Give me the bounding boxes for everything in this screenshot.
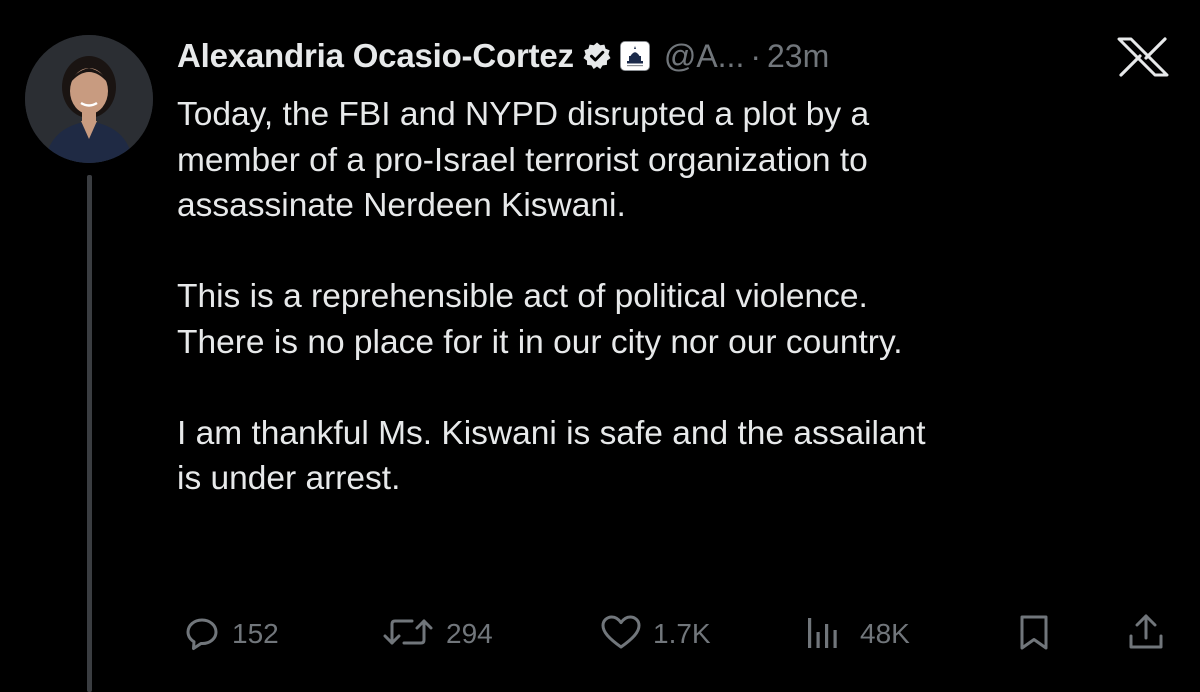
author-handle[interactable]: @A... bbox=[664, 38, 745, 75]
bookmark-icon bbox=[1014, 610, 1054, 659]
heart-icon bbox=[597, 610, 645, 659]
verified-badge-icon bbox=[582, 41, 612, 71]
reply-icon bbox=[180, 610, 224, 659]
reply-count: 152 bbox=[232, 618, 279, 649]
share-icon bbox=[1124, 610, 1168, 659]
reply-button[interactable]: 152 bbox=[180, 612, 279, 656]
header-separator: · bbox=[750, 37, 761, 74]
avatar-image bbox=[25, 35, 153, 163]
author-display-name[interactable]: Alexandria Ocasio-Cortez bbox=[177, 37, 574, 75]
views-icon bbox=[800, 610, 852, 659]
views-count: 48K bbox=[860, 618, 910, 649]
repost-count: 294 bbox=[446, 618, 493, 649]
capitol-affiliation-badge-icon[interactable] bbox=[619, 41, 650, 71]
bookmark-button[interactable] bbox=[1014, 612, 1054, 656]
tweet-header: Alexandria Ocasio-Cortez @A... · 23m bbox=[177, 30, 829, 82]
post-timestamp[interactable]: 23m bbox=[767, 38, 829, 75]
repost-icon bbox=[378, 610, 438, 659]
like-count: 1.7K bbox=[653, 618, 711, 649]
like-button[interactable]: 1.7K bbox=[597, 612, 711, 656]
repost-button[interactable]: 294 bbox=[378, 612, 493, 656]
thread-connector-line bbox=[87, 175, 92, 692]
share-button[interactable] bbox=[1124, 612, 1168, 656]
views-button[interactable]: 48K bbox=[800, 612, 910, 656]
x-logo-icon bbox=[1115, 37, 1171, 77]
tweet-text: Today, the FBI and NYPD disrupted a plot… bbox=[177, 96, 926, 497]
avatar[interactable] bbox=[25, 35, 153, 163]
